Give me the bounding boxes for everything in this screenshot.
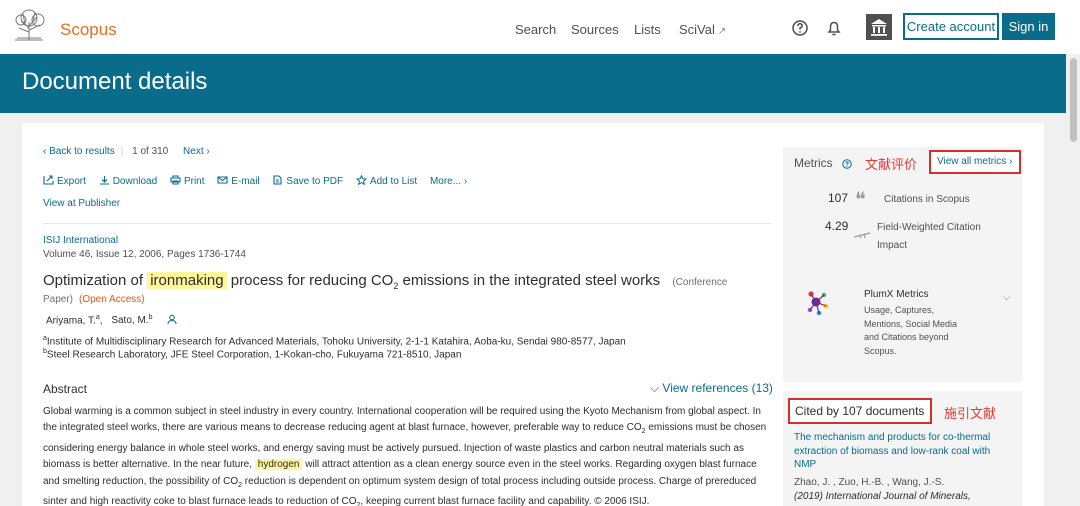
action-toolbar: Export Download Print E-mail Save to PDF… (43, 175, 477, 187)
scrollbar-thumb[interactable] (1070, 58, 1077, 142)
chevron-down-icon[interactable]: ⌵ (1003, 292, 1011, 303)
print-icon (170, 175, 181, 185)
cited-document-source: (2019) International Journal of Minerals… (794, 491, 971, 502)
elsevier-tree-logo[interactable] (11, 8, 47, 42)
pager-total: 310 (151, 146, 169, 157)
nav-scival[interactable]: SciVal ↗ (679, 22, 726, 37)
user-icon[interactable] (167, 314, 177, 325)
abstract-text: Global warming is a common subject in st… (43, 406, 767, 506)
pager-position: 1 (132, 146, 138, 157)
star-icon (355, 175, 367, 185)
affiliation-a: aInstitute of Multidisciplinary Research… (43, 335, 626, 348)
back-to-results-link[interactable]: ‹ Back to results (43, 146, 115, 157)
cited-by-heading[interactable]: Cited by 107 documents (788, 398, 932, 424)
add-to-list-button[interactable]: Add to List (355, 175, 417, 187)
scopus-brand[interactable]: Scopus (60, 20, 117, 40)
document-card: ‹ Back to results | 1 of 310 Next › Expor… (22, 123, 1044, 506)
document-type: (Conference (672, 277, 728, 288)
email-icon (217, 176, 228, 184)
plumx-description: Usage, Captures, Mentions, Social Media … (864, 305, 958, 356)
print-button[interactable]: Print (170, 175, 205, 187)
citations-label[interactable]: Citations in Scopus (884, 191, 970, 209)
next-link[interactable]: Next › (183, 146, 210, 157)
page-title: Document details (22, 68, 208, 95)
cited-by-panel: Cited by 107 documents 施引文献 The mechanis… (783, 391, 1022, 506)
help-icon[interactable] (791, 19, 809, 37)
view-all-metrics-link[interactable]: View all metrics › (929, 150, 1021, 174)
author-link[interactable]: Sato, M. (111, 315, 148, 326)
view-at-publisher-link[interactable]: View at Publisher (43, 198, 120, 209)
pager-separator: | (120, 146, 124, 157)
result-pager: ‹ Back to results | 1 of 310 Next › (43, 146, 210, 157)
save-to-pdf-button[interactable]: Save to PDF (272, 175, 343, 187)
fwci-label[interactable]: Field-Weighted Citation (877, 219, 981, 237)
plumx-logo-icon (807, 291, 829, 316)
view-references-link[interactable]: ⌵ View references (13) (650, 381, 773, 396)
export-button[interactable]: Export (43, 175, 86, 187)
institution-button[interactable] (866, 14, 892, 40)
page-banner: Document details (0, 54, 1066, 113)
metrics-heading: Metrics (794, 156, 833, 170)
create-account-button[interactable]: Create account (903, 13, 999, 40)
abstract-heading: Abstract (43, 382, 88, 396)
download-button[interactable]: Download (99, 176, 157, 187)
institution-icon (871, 19, 887, 36)
highlight-term: hydrogen (254, 459, 303, 471)
pdf-icon (273, 175, 282, 185)
open-access-badge[interactable]: (Open Access) (79, 294, 145, 305)
divider (43, 223, 771, 224)
export-icon (43, 175, 54, 185)
document-title: Optimization of ironmaking process for r… (43, 272, 728, 291)
pager-of: of (140, 146, 149, 157)
affiliation-b: bSteel Research Laboratory, JFE Steel Co… (43, 348, 462, 361)
more-button[interactable]: More... › (430, 176, 467, 187)
help-icon[interactable] (842, 159, 852, 169)
citations-count: 107 (828, 191, 849, 205)
metrics-panel: Metrics 文献评价 View all metrics › 107 ❝ Ci… (783, 147, 1022, 382)
external-link-icon: ↗ (717, 26, 727, 37)
top-header: Scopus Search Sources Lists SciVal ↗ Crea… (0, 0, 1080, 54)
nav-sources[interactable]: Sources (571, 22, 619, 37)
cited-document-authors: Zhao, J. , Zuo, H.-B. , Wang, J.-S. (794, 477, 945, 488)
nav-search[interactable]: Search (515, 22, 556, 37)
journal-link[interactable]: ISIJ International (43, 235, 118, 246)
quote-icon: ❝ (855, 187, 866, 211)
vertical-scrollbar[interactable] (1066, 54, 1080, 506)
sign-in-button[interactable]: Sign in (1002, 13, 1055, 40)
volume-info: Volume 46, Issue 12, 2006, Pages 1736-17… (43, 249, 246, 260)
cited-document-link[interactable]: The mechanism and products for co-therma… (794, 431, 1004, 472)
highlight-term: ironmaking (147, 272, 227, 289)
author-link[interactable]: Ariyama, T. (46, 315, 96, 326)
scale-icon (853, 232, 871, 239)
email-button[interactable]: E-mail (217, 176, 260, 187)
fwci-value: 4.29 (825, 219, 849, 233)
nav-lists[interactable]: Lists (634, 22, 661, 37)
bell-icon[interactable] (825, 19, 843, 37)
download-icon (99, 176, 109, 185)
cited-by-annotation: 施引文献 (944, 406, 997, 421)
metrics-annotation: 文献评价 (865, 157, 918, 172)
author-list: Ariyama, T.a, Sato, M.b (46, 314, 177, 326)
plumx-title[interactable]: PlumX Metrics (864, 289, 928, 300)
document-type-line: Paper) (Open Access) (43, 294, 145, 305)
fwci-label-2: Impact (877, 240, 908, 251)
